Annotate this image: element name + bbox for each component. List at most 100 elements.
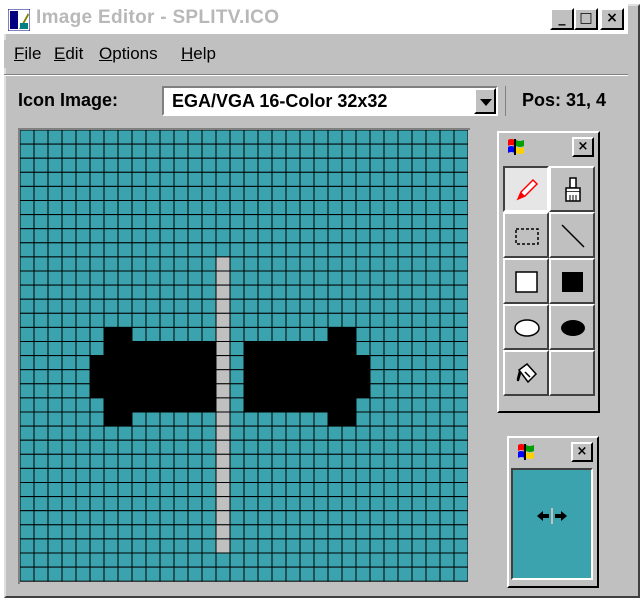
pixel-cell[interactable] <box>425 326 441 342</box>
pixel-cell[interactable] <box>271 242 287 258</box>
pixel-cell[interactable] <box>341 552 357 568</box>
pixel-cell[interactable] <box>145 242 161 258</box>
pixel-cell[interactable] <box>425 157 441 173</box>
pixel-cell[interactable] <box>187 552 203 568</box>
pixel-cell[interactable] <box>369 552 385 568</box>
pixel-cell[interactable] <box>201 467 217 483</box>
pixel-cell-arrow[interactable] <box>117 369 133 385</box>
pixel-cell[interactable] <box>355 397 371 413</box>
pixel-cell[interactable] <box>369 157 385 173</box>
pixel-cell[interactable] <box>145 467 161 483</box>
pixel-cell[interactable] <box>411 355 427 371</box>
pixel-cell[interactable] <box>397 200 413 216</box>
pixel-cell-arrow[interactable] <box>313 383 329 399</box>
pixel-cell[interactable] <box>117 552 133 568</box>
pixel-cell[interactable] <box>131 130 147 145</box>
pixel-cell[interactable] <box>327 453 343 469</box>
pixel-cell-arrow[interactable] <box>327 383 343 399</box>
pixel-cell[interactable] <box>425 228 441 244</box>
pixel-cell[interactable] <box>453 326 468 342</box>
pixel-cell[interactable] <box>285 326 301 342</box>
pixel-cell[interactable] <box>215 552 231 568</box>
pixel-cell-arrow[interactable] <box>257 383 273 399</box>
pixel-cell[interactable] <box>229 284 245 300</box>
pixel-cell[interactable] <box>33 256 49 272</box>
pixel-cell[interactable] <box>341 467 357 483</box>
pixel-cell[interactable] <box>257 552 273 568</box>
pixel-cell[interactable] <box>285 157 301 173</box>
pixel-cell[interactable] <box>187 200 203 216</box>
pixel-cell[interactable] <box>159 130 175 145</box>
pixel-cell[interactable] <box>229 552 245 568</box>
pixel-cell[interactable] <box>187 214 203 230</box>
pixel-cell[interactable] <box>159 242 175 258</box>
pixel-cell[interactable] <box>383 143 399 159</box>
pixel-cell[interactable] <box>411 482 427 498</box>
pixel-cell[interactable] <box>159 496 175 512</box>
pixel-cell[interactable] <box>271 228 287 244</box>
pixel-cell[interactable] <box>369 298 385 314</box>
pixel-cell-divider[interactable] <box>215 538 231 554</box>
pixel-cell[interactable] <box>285 242 301 258</box>
pixel-cell[interactable] <box>453 284 468 300</box>
line-tool[interactable] <box>549 212 595 258</box>
pixel-cell[interactable] <box>453 383 468 399</box>
pixel-cell[interactable] <box>425 552 441 568</box>
pixel-cell[interactable] <box>355 256 371 272</box>
pixel-cell[interactable] <box>201 270 217 286</box>
pixel-cell[interactable] <box>201 482 217 498</box>
pixel-cell[interactable] <box>285 256 301 272</box>
pixel-cell[interactable] <box>33 298 49 314</box>
pixel-cell[interactable] <box>103 171 119 187</box>
pixel-cell[interactable] <box>355 312 371 328</box>
pixel-cell[interactable] <box>173 171 189 187</box>
pixel-cell[interactable] <box>355 200 371 216</box>
pixel-cell[interactable] <box>173 228 189 244</box>
pixel-cell[interactable] <box>299 312 315 328</box>
pixel-cell[interactable] <box>75 439 91 455</box>
pixel-cell[interactable] <box>131 425 147 441</box>
pixel-cell-arrow[interactable] <box>243 355 259 371</box>
pixel-cell[interactable] <box>453 341 468 357</box>
pixel-cell[interactable] <box>61 214 77 230</box>
pixel-cell[interactable] <box>89 326 105 342</box>
pixel-cell[interactable] <box>89 482 105 498</box>
pixel-cell[interactable] <box>89 510 105 526</box>
pixel-cell[interactable] <box>229 467 245 483</box>
pixel-cell[interactable] <box>145 496 161 512</box>
pixel-cell[interactable] <box>201 200 217 216</box>
pixel-cell[interactable] <box>103 439 119 455</box>
pixel-cell[interactable] <box>145 425 161 441</box>
pixel-cell[interactable] <box>75 482 91 498</box>
pixel-cell[interactable] <box>103 510 119 526</box>
pixel-cell[interactable] <box>341 284 357 300</box>
pixel-cell[interactable] <box>369 228 385 244</box>
pixel-cell[interactable] <box>173 439 189 455</box>
pixel-cell[interactable] <box>397 355 413 371</box>
brush-tool[interactable] <box>549 166 595 212</box>
pixel-cell[interactable] <box>313 130 329 145</box>
pixel-cell[interactable] <box>229 538 245 554</box>
pixel-cell[interactable] <box>271 214 287 230</box>
pixel-cell[interactable] <box>20 298 35 314</box>
pixel-cell[interactable] <box>215 157 231 173</box>
pixel-cell[interactable] <box>20 242 35 258</box>
pixel-cell[interactable] <box>341 200 357 216</box>
pixel-cell[interactable] <box>383 538 399 554</box>
pixel-cell[interactable] <box>425 171 441 187</box>
pixel-cell[interactable] <box>103 538 119 554</box>
pixel-cell[interactable] <box>201 496 217 512</box>
pixel-cell[interactable] <box>383 200 399 216</box>
pixel-cell[interactable] <box>229 510 245 526</box>
pixel-cell-arrow[interactable] <box>341 355 357 371</box>
pixel-cell[interactable] <box>355 425 371 441</box>
pixel-cell[interactable] <box>313 326 329 342</box>
pixel-cell[interactable] <box>117 538 133 554</box>
pixel-cell-arrow[interactable] <box>173 397 189 413</box>
pixel-cell[interactable] <box>61 312 77 328</box>
pixel-cell[interactable] <box>145 552 161 568</box>
pixel-cell[interactable] <box>131 143 147 159</box>
pixel-cell[interactable] <box>173 524 189 540</box>
pixel-cell[interactable] <box>271 411 287 427</box>
pixel-cell[interactable] <box>75 326 91 342</box>
